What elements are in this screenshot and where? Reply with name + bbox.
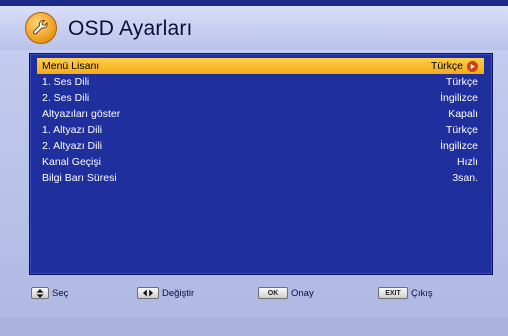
exit-key-icon: EXIT: [378, 287, 408, 299]
bottom-bar: [0, 318, 508, 336]
wrench-icon: [25, 12, 57, 44]
menu-item-value: İngilizce: [440, 140, 478, 152]
hint-exit: EXIT Çıkış: [378, 287, 433, 299]
hint-select: Seç: [31, 287, 68, 299]
hint-confirm-label: Onay: [291, 287, 314, 299]
ok-key-icon: OK: [258, 287, 288, 299]
menu-item-value: Hızlı: [457, 156, 478, 168]
menu-item-audio-language-1[interactable]: 1. Ses Dili Türkçe: [37, 74, 484, 90]
menu-item-show-subtitles[interactable]: Altyazıları göster Kapalı: [37, 106, 484, 122]
up-down-key-icon: [31, 287, 49, 299]
hint-exit-label: Çıkış: [411, 287, 433, 299]
menu-item-label: 1. Altyazı Dili: [42, 124, 103, 136]
settings-panel: Menü Lisanı Türkçe 1. Ses Dili Türkçe 2.…: [29, 53, 493, 275]
arrow-right-icon: [467, 60, 478, 72]
menu-item-label: Kanal Geçişi: [42, 156, 101, 168]
hint-change-label: Değiştir: [162, 287, 195, 299]
menu-item-label: Bilgi Barı Süresi: [42, 172, 117, 184]
menu-item-menu-language[interactable]: Menü Lisanı Türkçe: [37, 58, 484, 74]
hint-change: Değiştir: [137, 287, 194, 299]
menu-item-label: 1. Ses Dili: [42, 76, 90, 88]
left-right-key-icon: [137, 287, 159, 299]
menu-item-label: Altyazıları göster: [42, 108, 121, 120]
menu-item-subtitle-language-2[interactable]: 2. Altyazı Dili İngilizce: [37, 138, 484, 154]
header: OSD Ayarları: [0, 6, 508, 50]
osd-screen: OSD Ayarları Menü Lisanı Türkçe 1. Ses D…: [0, 0, 508, 336]
page-title: OSD Ayarları: [68, 17, 193, 40]
menu-item-value: Türkçe: [430, 60, 463, 72]
menu-item-label: 2. Altyazı Dili: [42, 140, 103, 152]
hint-select-label: Seç: [52, 287, 69, 299]
menu-item-label: 2. Ses Dili: [42, 92, 90, 104]
menu-item-value: Türkçe: [445, 124, 478, 136]
menu-item-info-bar-duration[interactable]: Bilgi Barı Süresi 3san.: [37, 170, 484, 186]
menu-item-value: Türkçe: [445, 76, 478, 88]
menu-item-channel-switch[interactable]: Kanal Geçişi Hızlı: [37, 154, 484, 170]
menu-item-audio-language-2[interactable]: 2. Ses Dili İngilizce: [37, 90, 484, 106]
key-hints-bar: Seç Değiştir OK Onay EXIT Çıkış: [0, 282, 508, 318]
menu-item-label: Menü Lisanı: [42, 60, 100, 72]
menu-item-value: 3san.: [452, 172, 478, 184]
menu-item-value: İngilizce: [440, 92, 478, 104]
menu-item-subtitle-language-1[interactable]: 1. Altyazı Dili Türkçe: [37, 122, 484, 138]
hint-confirm: OK Onay: [258, 287, 314, 299]
menu-item-value: Kapalı: [448, 108, 478, 120]
